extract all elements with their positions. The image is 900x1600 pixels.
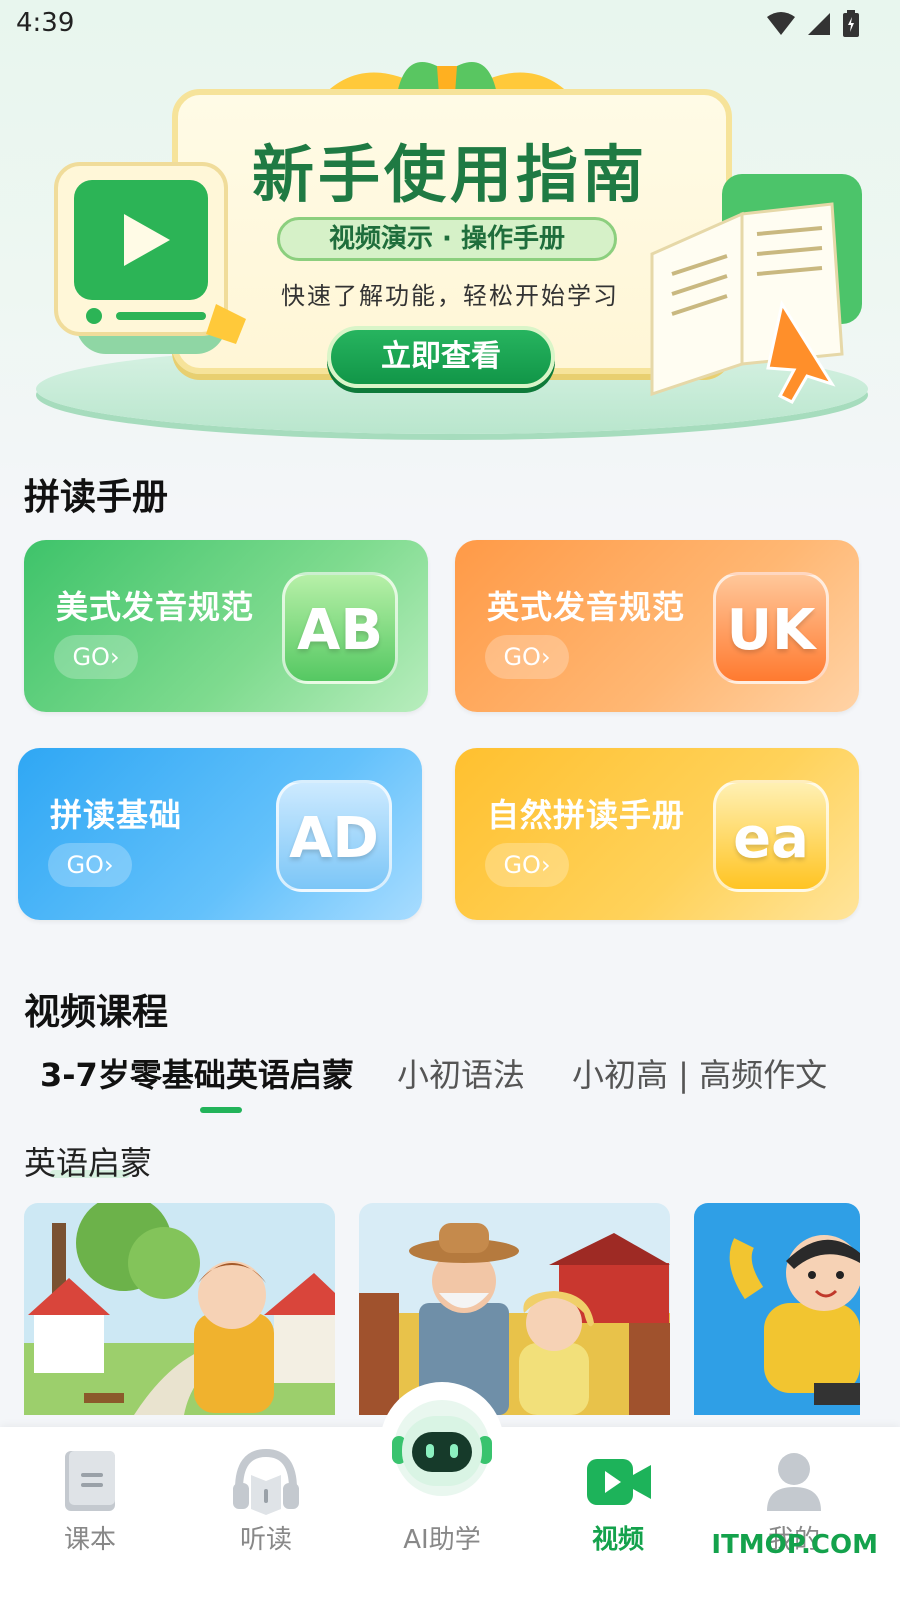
- nav-item-video[interactable]: 视频: [548, 1427, 688, 1587]
- phonics-card-natural[interactable]: 自然拼读手册 GO› ea: [455, 748, 859, 920]
- robot-icon: [392, 1400, 492, 1496]
- phonics-card-title: 自然拼读手册: [487, 796, 686, 834]
- phonics-card-title: 美式发音规范: [56, 588, 255, 626]
- user-icon: [767, 1453, 821, 1511]
- nav-label: 视频: [591, 1525, 644, 1555]
- nav-label: AI助学: [403, 1525, 481, 1555]
- video-camera-icon: [587, 1459, 651, 1505]
- nav-item-listen-read[interactable]: 听读: [196, 1427, 336, 1587]
- active-tab-indicator: [200, 1107, 242, 1113]
- video-thumbnail[interactable]: [694, 1203, 860, 1415]
- phonics-card-title: 英式发音规范: [487, 588, 686, 626]
- ab-badge-icon: AB: [282, 572, 398, 684]
- go-button[interactable]: GO›: [48, 843, 132, 887]
- phonics-card-title: 拼读基础: [50, 796, 183, 834]
- watermark: ITMOP.COM: [711, 1530, 878, 1560]
- battery-icon: [843, 10, 859, 37]
- ai-assistant-bubble[interactable]: [380, 1382, 504, 1506]
- phonics-card-basics[interactable]: 拼读基础 GO› AD: [18, 748, 422, 920]
- banner-title: 新手使用指南: [251, 138, 648, 211]
- wifi-icon: [767, 12, 795, 35]
- go-button[interactable]: GO›: [485, 635, 569, 679]
- tab-english-enlightenment[interactable]: 3-7岁零基础英语启蒙: [40, 1050, 354, 1096]
- video-category-tabs: 3-7岁零基础英语启蒙 小初语法 小初高 | 高频作文: [24, 1050, 884, 1120]
- nav-item-profile[interactable]: 我的: [724, 1427, 864, 1587]
- tab-grammar[interactable]: 小初语法: [397, 1050, 525, 1096]
- phonics-card-american[interactable]: 美式发音规范 GO› AB: [24, 540, 428, 712]
- status-bar: 4:39: [0, 0, 900, 50]
- nav-label: 课本: [63, 1525, 116, 1555]
- video-thumbnail[interactable]: [24, 1203, 335, 1415]
- video-section-title: 视频课程: [24, 992, 169, 1033]
- nav-label: 听读: [239, 1525, 292, 1555]
- banner-subtitle: 快速了解功能，轻松开始学习: [281, 282, 619, 310]
- phonics-card-british[interactable]: 英式发音规范 GO› UK: [455, 540, 859, 712]
- headphones-icon: [233, 1448, 299, 1515]
- view-now-button[interactable]: 立即查看: [327, 326, 555, 388]
- boy-village-illustration: [24, 1203, 335, 1415]
- status-time: 4:39: [16, 8, 75, 38]
- ad-badge-icon: AD: [276, 780, 392, 892]
- banner-tagline: 视频演示 · 操作手册: [277, 217, 617, 261]
- signal-icon: [808, 13, 830, 35]
- tab-writing[interactable]: 小初高 | 高频作文: [572, 1050, 827, 1096]
- go-button[interactable]: GO›: [54, 635, 138, 679]
- uk-badge-icon: UK: [713, 572, 829, 684]
- phonics-section-title: 拼读手册: [24, 477, 169, 518]
- child-waving-illustration: [694, 1203, 860, 1415]
- guide-banner[interactable]: 新手使用指南 视频演示 · 操作手册 快速了解功能，轻松开始学习 立即查看: [32, 44, 868, 444]
- subsection-title: 英语启蒙: [24, 1144, 153, 1182]
- nav-item-textbook[interactable]: 课本: [20, 1427, 160, 1587]
- ea-badge-icon: ea: [713, 780, 829, 892]
- status-icons: [766, 10, 860, 38]
- go-button[interactable]: GO›: [485, 843, 569, 887]
- textbook-icon: [65, 1451, 115, 1511]
